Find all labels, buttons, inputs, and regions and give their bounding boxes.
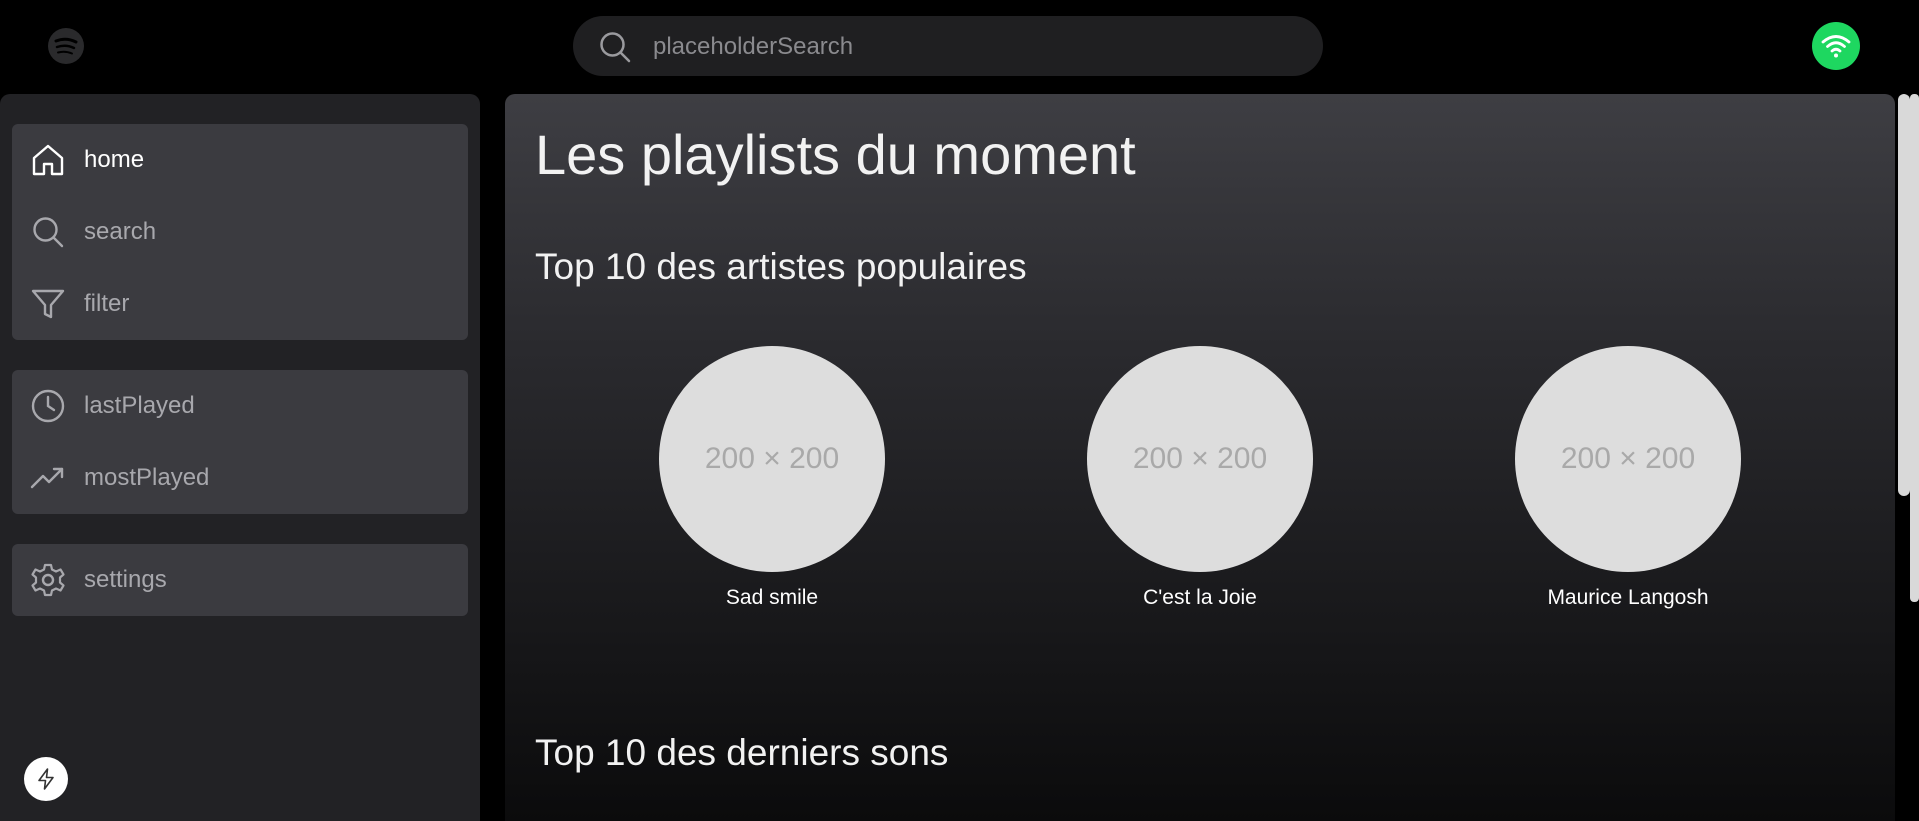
nav-group-settings: settings xyxy=(12,544,468,616)
artist-name: Sad smile xyxy=(725,586,819,609)
search-input[interactable] xyxy=(651,26,1295,68)
artist-name: C'est la Joie xyxy=(1143,586,1257,609)
section-title-tracks: Top 10 des derniers sons xyxy=(535,732,949,773)
spotify-logo-icon[interactable] xyxy=(47,27,85,65)
avatar-placeholder-text: 200 × 200 xyxy=(704,442,840,475)
page-title: Les playlists du moment xyxy=(535,123,1136,186)
sidebar-item-mostplayed[interactable]: mostPlayed xyxy=(12,442,468,514)
avatar-placeholder-text: 200 × 200 xyxy=(1132,442,1268,475)
artist-avatar: 200 × 200 xyxy=(1087,346,1313,572)
search-bar[interactable] xyxy=(573,16,1323,76)
trending-up-icon xyxy=(30,460,66,496)
avatar-placeholder-text: 200 × 200 xyxy=(1560,442,1696,475)
wifi-icon[interactable] xyxy=(1812,22,1860,70)
sidebar-item-search[interactable]: search xyxy=(12,196,468,268)
sidebar-item-home[interactable]: home xyxy=(12,124,468,196)
scrollbar-thumb-page[interactable] xyxy=(1910,94,1919,602)
section-title-artists: Top 10 des artistes populaires xyxy=(535,246,1027,287)
artist-card[interactable]: 200 × 200 Sad smile xyxy=(642,346,902,626)
sidebar-item-settings[interactable]: settings xyxy=(12,544,468,616)
sidebar-item-lastplayed[interactable]: lastPlayed xyxy=(12,370,468,442)
scrollbar-thumb-inner[interactable] xyxy=(1898,94,1910,496)
sidebar-item-label: search xyxy=(84,218,157,245)
artist-name: Maurice Langosh xyxy=(1547,586,1709,609)
artist-card[interactable]: 200 × 200 C'est la Joie xyxy=(1070,346,1330,626)
sidebar: home search filter lastPlayed mostPlayed… xyxy=(0,94,480,821)
clock-icon xyxy=(30,388,66,424)
gear-icon xyxy=(30,562,66,598)
sidebar-item-label: lastPlayed xyxy=(84,392,195,419)
filter-icon xyxy=(30,286,66,322)
sidebar-item-label: settings xyxy=(84,566,167,593)
top-bar xyxy=(0,0,1919,94)
sidebar-item-label: home xyxy=(84,146,145,173)
nav-group-main: home search filter xyxy=(12,124,468,340)
sidebar-item-label: filter xyxy=(84,290,130,317)
artist-avatar: 200 × 200 xyxy=(659,346,885,572)
main-content: Les playlists du moment Top 10 des artis… xyxy=(505,94,1895,821)
search-icon xyxy=(597,29,633,65)
artist-card[interactable]: 200 × 200 Maurice Langosh xyxy=(1498,346,1758,626)
nav-group-history: lastPlayed mostPlayed xyxy=(12,370,468,514)
search-icon xyxy=(30,214,66,250)
artist-avatar: 200 × 200 xyxy=(1515,346,1741,572)
home-icon xyxy=(30,142,66,178)
sidebar-item-label: mostPlayed xyxy=(84,464,210,491)
bolt-icon[interactable] xyxy=(24,757,68,801)
sidebar-item-filter[interactable]: filter xyxy=(12,268,468,340)
